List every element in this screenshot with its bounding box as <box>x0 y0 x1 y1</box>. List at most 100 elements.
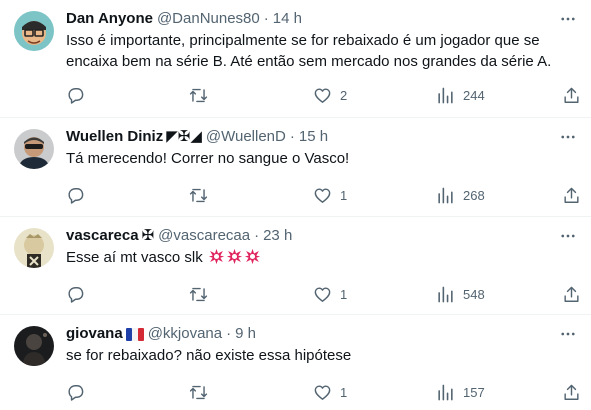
action-bar: 1 157 <box>66 382 586 402</box>
display-name[interactable]: giovana <box>66 325 123 343</box>
reply-icon <box>68 286 84 303</box>
tweet-header: Wuellen Diniz ◤✠◢ @WuellenD · 15 h <box>66 128 328 146</box>
like-button[interactable]: 2 <box>313 85 347 105</box>
display-name[interactable]: Wuellen Diniz <box>66 128 163 146</box>
reply-feed: Dan Anyone @DanNunes80 · 14 h Isso é imp… <box>0 0 591 410</box>
heart-icon <box>314 384 331 400</box>
user-handle[interactable]: @kkjovana <box>148 325 222 343</box>
share-button[interactable] <box>562 85 581 105</box>
reply-button[interactable] <box>66 85 85 105</box>
share-button[interactable] <box>562 284 581 304</box>
user-handle[interactable]: @DanNunes80 <box>157 10 260 28</box>
reply-icon <box>68 187 84 204</box>
avatar-image <box>14 11 54 51</box>
action-bar: 1 548 <box>66 284 586 304</box>
views-icon <box>438 87 453 103</box>
reply-button[interactable] <box>66 284 85 304</box>
tweet-text: Isso é importante, principalmente se for… <box>66 32 552 70</box>
more-icon[interactable] <box>557 10 579 28</box>
retweet-icon <box>189 188 208 202</box>
reply-icon <box>68 384 84 401</box>
retweet-icon <box>189 287 208 301</box>
retweet-icon <box>189 385 208 399</box>
view-count: 548 <box>463 286 485 302</box>
tweet-text-container: Esse aí mt vasco slk <box>66 247 571 268</box>
like-button[interactable]: 1 <box>313 284 347 304</box>
tweet-text: Tá merecendo! Correr no sangue o Vasco! <box>66 150 350 167</box>
tweet-header: giovana @kkjovana · 9 h <box>66 325 256 343</box>
like-button[interactable]: 1 <box>313 185 347 205</box>
avatar[interactable] <box>14 326 54 366</box>
action-bar: 2 244 <box>66 85 586 105</box>
views-button[interactable]: 268 <box>436 185 485 205</box>
views-button[interactable]: 157 <box>436 382 485 402</box>
like-count: 1 <box>340 384 348 400</box>
name-emoji-badges: ◤✠◢ <box>166 128 202 145</box>
display-name[interactable]: Dan Anyone <box>66 10 153 28</box>
avatar[interactable] <box>14 11 54 51</box>
avatar-image <box>14 228 54 268</box>
view-count: 268 <box>463 187 485 203</box>
avatar[interactable] <box>14 228 54 268</box>
heart-icon <box>314 286 331 302</box>
display-name[interactable]: vascareca <box>66 227 139 245</box>
views-button[interactable]: 548 <box>436 284 485 304</box>
timestamp[interactable]: 9 h <box>235 325 256 343</box>
share-icon <box>564 286 579 302</box>
retweet-button[interactable] <box>189 382 208 402</box>
anger-symbol-icon <box>226 248 243 265</box>
tweet-text: se for rebaixado? não existe essa hipóte… <box>66 347 352 364</box>
timestamp[interactable]: 15 h <box>299 128 328 146</box>
tweet-text: Esse aí mt vasco slk <box>66 249 203 266</box>
share-button[interactable] <box>562 382 581 402</box>
avatar[interactable] <box>14 129 54 169</box>
tweet[interactable]: Dan Anyone @DanNunes80 · 14 h Isso é imp… <box>0 0 591 118</box>
heart-icon <box>314 187 331 203</box>
retweet-button[interactable] <box>189 85 208 105</box>
reply-button[interactable] <box>66 185 85 205</box>
views-icon <box>438 187 453 203</box>
view-count: 244 <box>463 87 485 103</box>
tweet-header: Dan Anyone @DanNunes80 · 14 h <box>66 10 302 28</box>
share-icon <box>564 384 579 400</box>
timestamp[interactable]: 14 h <box>273 10 302 28</box>
tweet-header: vascareca ✠ @vascarecaa · 23 h <box>66 227 292 245</box>
more-icon[interactable] <box>557 325 579 343</box>
reply-button[interactable] <box>66 382 85 402</box>
separator-dot: · <box>289 128 295 145</box>
like-button[interactable]: 1 <box>313 382 347 402</box>
timestamp[interactable]: 23 h <box>263 227 292 245</box>
user-handle[interactable]: @vascarecaa <box>158 227 250 245</box>
like-count: 1 <box>340 286 348 302</box>
more-icon[interactable] <box>557 227 579 245</box>
separator-dot: · <box>226 325 232 342</box>
views-icon <box>438 286 453 302</box>
tweet[interactable]: Wuellen Diniz ◤✠◢ @WuellenD · 15 h Tá me… <box>0 118 591 217</box>
france-flag-icon <box>125 327 144 341</box>
view-count: 157 <box>463 384 485 400</box>
separator-dot: · <box>263 10 269 27</box>
retweet-icon <box>189 88 208 102</box>
retweet-button[interactable] <box>189 284 208 304</box>
like-count: 1 <box>340 187 348 203</box>
share-icon <box>564 87 579 103</box>
reply-icon <box>68 87 84 104</box>
views-button[interactable]: 244 <box>436 85 485 105</box>
user-handle[interactable]: @WuellenD <box>206 128 286 146</box>
name-emoji-badges: ✠ <box>141 227 155 244</box>
retweet-button[interactable] <box>189 185 208 205</box>
anger-symbol-icon <box>244 248 261 265</box>
tweet[interactable]: giovana @kkjovana · 9 h se for rebaixado… <box>0 315 591 410</box>
like-count: 2 <box>340 87 348 103</box>
heart-icon <box>314 87 331 103</box>
anger-symbol-icon <box>208 248 225 265</box>
avatar-image <box>14 129 54 169</box>
tweet[interactable]: vascareca ✠ @vascarecaa · 23 h Esse aí m… <box>0 217 591 315</box>
views-icon <box>438 384 453 400</box>
avatar-image <box>14 326 54 366</box>
share-icon <box>564 187 579 203</box>
name-emoji-badges <box>125 327 144 341</box>
separator-dot: · <box>254 227 260 244</box>
more-icon[interactable] <box>557 128 579 146</box>
share-button[interactable] <box>562 185 581 205</box>
